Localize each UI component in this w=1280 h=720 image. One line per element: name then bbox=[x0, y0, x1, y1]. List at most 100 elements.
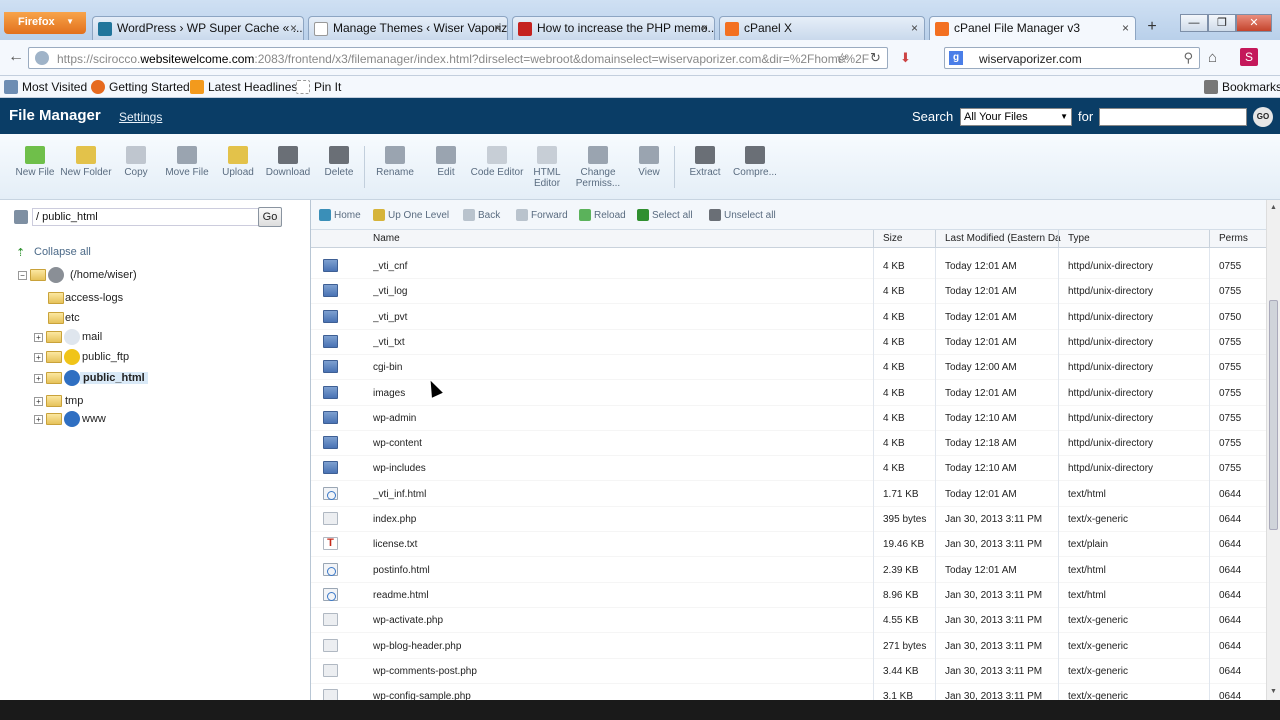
column-perms-header[interactable]: Perms bbox=[1219, 233, 1264, 244]
column-divider[interactable] bbox=[935, 230, 936, 248]
toolbar-download-button[interactable]: Download bbox=[261, 146, 315, 178]
bookmark-getting-started[interactable]: Getting Started bbox=[91, 80, 190, 94]
column-size-header[interactable]: Size bbox=[883, 233, 941, 244]
expand-toggle-icon[interactable]: + bbox=[34, 333, 43, 342]
browser-tab[interactable]: Manage Themes ‹ Wiser Vaporiz... × bbox=[308, 16, 508, 40]
toolbar-move-file-button[interactable]: Move File bbox=[160, 146, 214, 178]
file-name[interactable]: readme.html bbox=[373, 590, 873, 601]
close-window-button[interactable]: ✕ bbox=[1236, 14, 1272, 32]
tree-node[interactable]: + public_html bbox=[0, 370, 300, 388]
file-name[interactable]: postinfo.html bbox=[373, 565, 873, 576]
generic-file-icon[interactable] bbox=[323, 613, 338, 627]
expand-toggle-icon[interactable]: + bbox=[34, 374, 43, 383]
table-row[interactable]: _vti_txt 4 KB Today 12:01 AM httpd/unix-dir… bbox=[311, 330, 1266, 355]
generic-file-icon[interactable] bbox=[323, 512, 338, 525]
html-file-icon[interactable] bbox=[323, 562, 338, 576]
tab-close-icon[interactable]: × bbox=[494, 21, 501, 35]
folder-icon[interactable] bbox=[323, 334, 338, 348]
table-row[interactable]: wp-activate.php 4.55 KB Jan 30, 2013 3:11 … bbox=[311, 608, 1266, 634]
table-row[interactable]: wp-content 4 KB Today 12:18 AM httpd/unix-d… bbox=[311, 431, 1266, 457]
nav-checkbox-checked-button[interactable]: Select all bbox=[637, 209, 693, 221]
toolbar-edit-button[interactable]: Edit bbox=[419, 146, 473, 178]
table-row[interactable]: wp-comments-post.php 3.44 KB Jan 30, 2013 … bbox=[311, 659, 1266, 684]
html-file-icon[interactable] bbox=[323, 486, 338, 500]
file-name[interactable]: wp-blog-header.php bbox=[373, 641, 873, 652]
path-go-button[interactable]: Go bbox=[258, 207, 282, 227]
bookmark-pin-it[interactable]: Pin It bbox=[296, 80, 341, 94]
table-row[interactable]: cgi-bin 4 KB Today 12:00 AM httpd/unix-dire… bbox=[311, 355, 1266, 381]
tab-close-icon[interactable]: × bbox=[1122, 21, 1129, 35]
nav-home-button[interactable]: Home bbox=[319, 209, 361, 221]
bookmark-latest-headlines[interactable]: Latest Headlines bbox=[190, 80, 297, 94]
folder-icon[interactable] bbox=[323, 410, 338, 424]
column-divider[interactable] bbox=[873, 230, 874, 248]
file-name[interactable]: _vti_cnf bbox=[373, 261, 873, 272]
folder-icon[interactable] bbox=[323, 360, 338, 374]
toolbar-view-button[interactable]: View bbox=[622, 146, 676, 178]
table-row[interactable]: _vti_inf.html 1.71 KB Today 12:01 AM text/h… bbox=[311, 482, 1266, 507]
html-file-icon[interactable] bbox=[323, 587, 338, 601]
expand-toggle-icon[interactable]: + bbox=[34, 397, 43, 406]
back-arrow-icon[interactable]: ← bbox=[8, 48, 24, 66]
search-scope-select[interactable]: All Your Files ▼ bbox=[960, 108, 1072, 126]
table-row[interactable]: _vti_log 4 KB Today 12:01 AM httpd/unix-dir… bbox=[311, 279, 1266, 305]
scroll-up-arrow-icon[interactable]: ▲ bbox=[1270, 204, 1277, 211]
tab-close-icon[interactable]: × bbox=[911, 21, 918, 35]
table-row[interactable]: _vti_cnf 4 KB Today 12:01 AM httpd/unix-dir… bbox=[311, 254, 1266, 279]
column-divider[interactable] bbox=[1209, 230, 1210, 248]
table-row[interactable]: postinfo.html 2.39 KB Today 12:01 AM text/h… bbox=[311, 558, 1266, 583]
toolbar-upload-button[interactable]: Upload bbox=[211, 146, 265, 178]
file-name[interactable]: _vti_pvt bbox=[373, 312, 873, 323]
search-input[interactable] bbox=[1099, 108, 1247, 126]
settings-link[interactable]: Settings bbox=[119, 110, 162, 124]
toolbar-extract-button[interactable]: Extract bbox=[678, 146, 732, 178]
table-row[interactable]: wp-blog-header.php 271 bytes Jan 30, 2013 … bbox=[311, 634, 1266, 659]
google-icon[interactable]: g bbox=[949, 51, 963, 65]
expand-toggle-icon[interactable]: + bbox=[34, 415, 43, 424]
toolbar-delete-button[interactable]: Delete bbox=[312, 146, 366, 178]
url-bar[interactable]: https://scirocco.websitewelcome.com:2083… bbox=[28, 47, 888, 69]
file-name[interactable]: wp-admin bbox=[373, 413, 873, 424]
browser-tab[interactable]: cPanel File Manager v3 × bbox=[929, 16, 1136, 41]
toolbar-change-permissions-button[interactable]: Change Permiss... bbox=[571, 146, 625, 189]
table-row[interactable]: readme.html 8.96 KB Jan 30, 2013 3:11 PM te… bbox=[311, 583, 1266, 608]
file-name[interactable]: index.php bbox=[373, 514, 873, 525]
browser-tab[interactable]: cPanel X × bbox=[719, 16, 925, 40]
nav-reload-button[interactable]: Reload bbox=[579, 209, 626, 221]
file-name[interactable]: _vti_txt bbox=[373, 337, 873, 348]
file-name[interactable]: wp-comments-post.php bbox=[373, 666, 873, 677]
toolbar-compress-button[interactable]: Compre... bbox=[728, 146, 782, 178]
minimize-button[interactable]: — bbox=[1180, 14, 1208, 32]
firefox-menu-button[interactable]: Firefox ▼ bbox=[4, 12, 86, 34]
bookmark-most-visited[interactable]: Most Visited bbox=[4, 80, 87, 94]
scroll-down-arrow-icon[interactable]: ▼ bbox=[1270, 688, 1277, 695]
site-identity-icon[interactable] bbox=[35, 51, 49, 65]
text-file-icon[interactable]: T bbox=[323, 537, 338, 551]
toolbar-copy-button[interactable]: Copy bbox=[109, 146, 163, 178]
bookmark-star-icon[interactable]: ☆ bbox=[836, 50, 849, 67]
nav-up-level-button[interactable]: Up One Level bbox=[373, 209, 449, 221]
vertical-scrollbar[interactable]: ▲ ▼ bbox=[1266, 200, 1280, 700]
folder-icon[interactable] bbox=[323, 259, 338, 272]
file-name[interactable]: images bbox=[373, 388, 873, 399]
generic-file-icon[interactable] bbox=[323, 638, 338, 652]
magnifier-icon[interactable]: ⚲ bbox=[1183, 50, 1193, 66]
generic-file-icon[interactable] bbox=[323, 663, 338, 677]
column-type-header[interactable]: Type bbox=[1068, 233, 1213, 244]
new-tab-button[interactable]: + bbox=[1140, 18, 1164, 40]
tree-node[interactable]: + public_ftp bbox=[0, 349, 300, 367]
file-name[interactable]: wp-includes bbox=[373, 463, 873, 474]
browser-tab[interactable]: WordPress › WP Super Cache « ... × bbox=[92, 16, 304, 40]
toolbar-rename-button[interactable]: Rename bbox=[368, 146, 422, 178]
tab-close-icon[interactable]: × bbox=[701, 21, 708, 35]
search-go-button[interactable]: GO bbox=[1253, 107, 1273, 127]
nav-forward-button[interactable]: Forward bbox=[516, 209, 568, 221]
path-input[interactable]: / public_html bbox=[32, 208, 266, 226]
bookmarks-menu[interactable]: Bookmarks bbox=[1204, 80, 1280, 94]
file-name[interactable]: license.txt bbox=[373, 539, 873, 550]
column-name-header[interactable]: Name bbox=[373, 233, 873, 244]
column-divider[interactable] bbox=[1058, 230, 1059, 248]
search-engine-box[interactable]: g wiservaporizer.com ⚲ bbox=[944, 47, 1200, 69]
file-name[interactable]: wp-content bbox=[373, 438, 873, 449]
nav-checkbox-empty-button[interactable]: Unselect all bbox=[709, 209, 776, 221]
